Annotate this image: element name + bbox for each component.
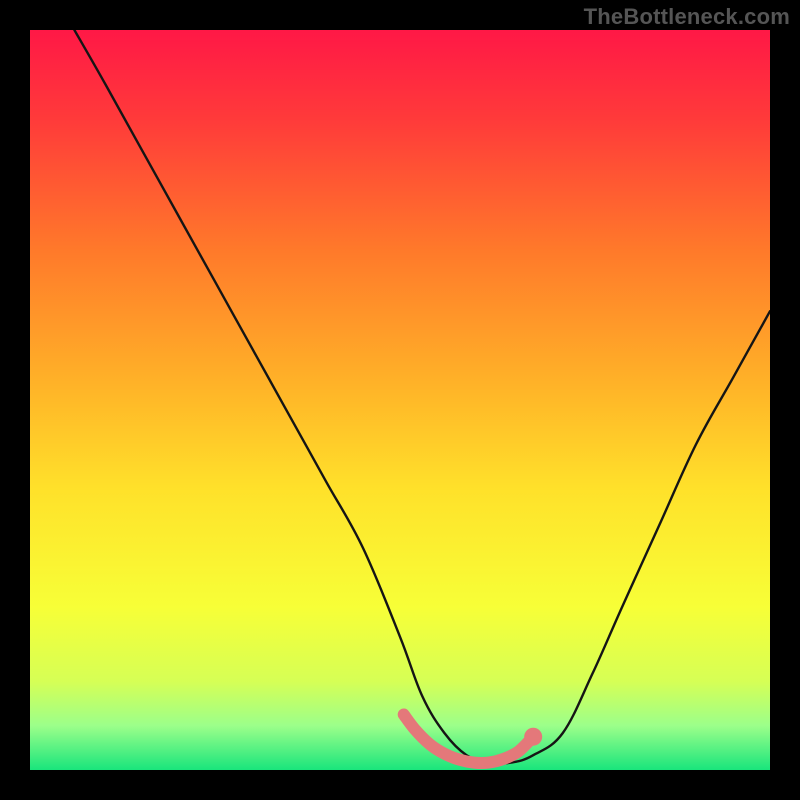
watermark-text: TheBottleneck.com	[584, 4, 790, 30]
gradient-background	[30, 30, 770, 770]
bottleneck-chart	[0, 0, 800, 800]
optimal-range-end-marker	[524, 728, 542, 746]
